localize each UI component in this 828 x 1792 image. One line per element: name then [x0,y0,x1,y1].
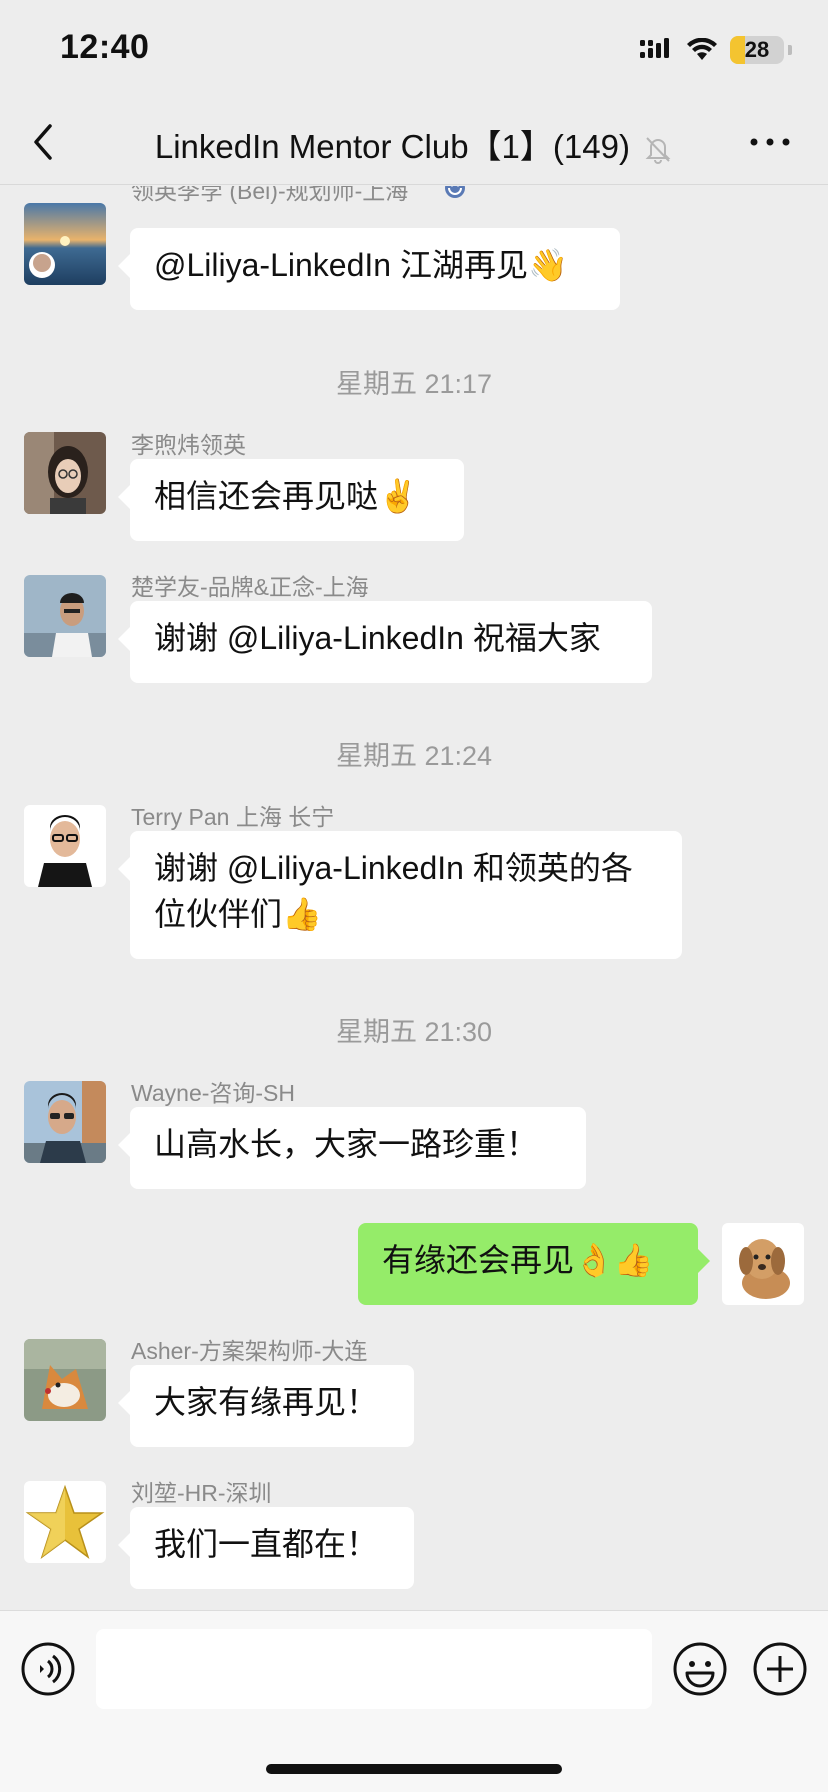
message-timestamp: 星期五 21:30 [335,1017,493,1047]
cellular-signal-icon [640,38,669,58]
message-input[interactable] [96,1629,652,1709]
status-bar: 12:40 28 [0,0,828,100]
man-outdoor-avatar[interactable] [24,575,106,657]
voice-input-icon[interactable] [20,1641,76,1697]
message-bubble[interactable]: 谢谢 @Liliya-LinkedIn 祝福大家 [118,601,652,683]
message-list[interactable]: 领英李孛 (Bèi)-规划师-上海 … @Liliya-LinkedIn 江湖再… [0,186,828,1610]
more-dots-icon[interactable] [748,130,792,154]
mute-bell-icon [645,137,671,165]
man-sunglasses-avatar[interactable] [24,1081,106,1163]
battery-fill [730,36,746,64]
message-timestamp: 星期五 21:24 [335,741,493,771]
emoji-icon[interactable] [672,1641,728,1697]
sender-badge-icon: … [445,186,465,198]
wifi-icon [687,38,717,60]
woman-glasses-avatar[interactable] [24,432,106,514]
sunset-sea-avatar[interactable] [24,203,106,285]
sender-name: 楚学友-品牌&正念-上海 [131,574,369,600]
message-bubble[interactable]: @Liliya-LinkedIn 江湖再见👋 [118,228,620,310]
message-bubble[interactable]: 大家有缘再见！ [118,1365,414,1447]
puppy-avatar[interactable] [722,1223,804,1305]
chat-title-group[interactable]: LinkedIn Mentor Club【1】(149) [0,120,828,168]
message-bubble[interactable]: 谢谢 @Liliya-LinkedIn 和领英的各 位伙伴们👍 [118,831,682,959]
battery-level: 28 [744,37,770,62]
man-black-shirt-avatar[interactable] [24,805,106,887]
message-bubble[interactable]: 相信还会再见哒✌️ [118,459,464,541]
message-line: 谢谢 @Liliya-LinkedIn 和领英的各 [154,850,633,886]
message-line: 位伙伴们👍 [154,896,322,932]
battery-cap [788,45,792,55]
chat-title: LinkedIn Mentor Club【1】(149) [154,128,630,165]
my-message-bubble[interactable]: 有缘还会再见👌👍 [358,1223,710,1305]
message-bubble[interactable]: 我们一直都在！ [118,1507,414,1589]
chat-header: LinkedIn Mentor Club【1】(149) [0,100,828,185]
sender-name: Asher-方案架构师-大连 [131,1338,368,1364]
message-bubble[interactable]: 山高水长，大家一路珍重！ [118,1107,586,1189]
add-plus-icon[interactable] [752,1641,808,1697]
message-timestamp: 星期五 21:17 [335,369,493,399]
sender-name: 领英李孛 (Bèi)-规划师-上海 [131,186,409,204]
sender-name: Terry Pan 上海 长宁 [131,804,335,830]
status-time: 12:40 [60,28,150,66]
status-icons: 28 [640,34,792,66]
shiba-dog-avatar[interactable] [24,1339,106,1421]
gold-star-avatar[interactable] [24,1481,106,1563]
home-indicator[interactable] [266,1764,562,1774]
sender-name: 李煦炜领英 [131,432,246,458]
sender-name: 刘堃-HR-深圳 [131,1480,272,1506]
chat-screen: 12:40 28 LinkedIn Mentor Club【1】(149) 领英… [0,0,828,1792]
sender-name: Wayne-咨询-SH [131,1080,295,1106]
battery-icon: 28 [730,36,784,64]
